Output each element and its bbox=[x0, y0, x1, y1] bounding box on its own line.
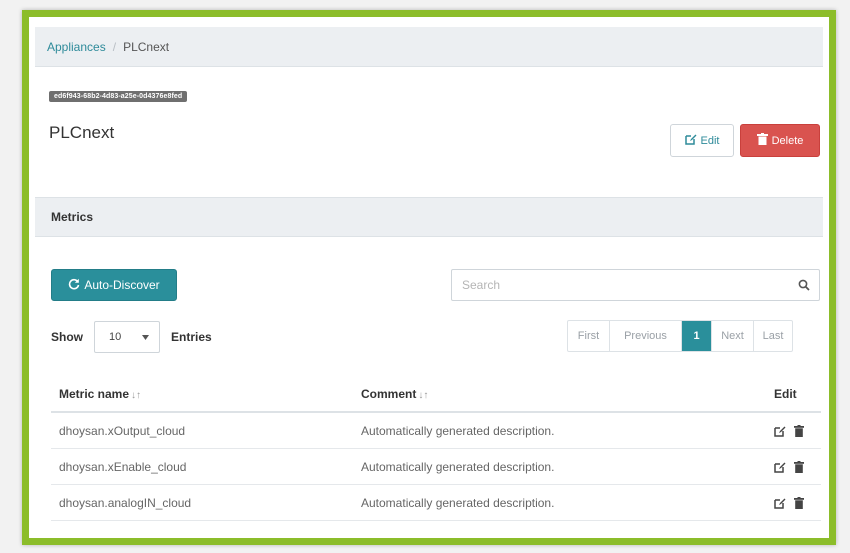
table-row: dhoysan.xOutput_cloud Automatically gene… bbox=[51, 412, 821, 449]
search-box bbox=[451, 269, 820, 301]
search-input[interactable] bbox=[452, 271, 789, 299]
edit-icon bbox=[684, 133, 697, 148]
pagination-first[interactable]: First bbox=[568, 321, 610, 351]
entries-label: Entries bbox=[171, 330, 212, 344]
row-actions-cell bbox=[766, 484, 821, 521]
page-length-select[interactable]: 10 bbox=[94, 321, 160, 353]
comment-cell: Automatically generated description. bbox=[353, 448, 766, 485]
table-row: dhoysan.analogIN_cloud Automatically gen… bbox=[51, 484, 821, 521]
metric-name-cell: dhoysan.xOutput_cloud bbox=[51, 412, 353, 449]
table-row: dhoysan.xEnable_cloud Automatically gene… bbox=[51, 448, 821, 485]
edit-button[interactable]: Edit bbox=[670, 124, 734, 157]
column-header-comment[interactable]: Comment ↓↑ bbox=[353, 377, 766, 413]
refresh-icon bbox=[68, 278, 80, 293]
sort-icon: ↓↑ bbox=[131, 390, 142, 401]
page-length-control: Show 10 Entries bbox=[51, 320, 212, 354]
show-label: Show bbox=[51, 330, 83, 344]
metric-name-cell: dhoysan.analogIN_cloud bbox=[51, 484, 353, 521]
pagination: First Previous 1 Next Last bbox=[567, 320, 793, 352]
appliance-id-badge: ed6f943-68b2-4d83-a25e-0d4376e8fed bbox=[49, 91, 188, 102]
pagination-last[interactable]: Last bbox=[754, 321, 792, 351]
pagination-previous[interactable]: Previous bbox=[610, 321, 682, 351]
comment-cell: Automatically generated description. bbox=[353, 484, 766, 521]
trash-icon[interactable] bbox=[794, 497, 805, 510]
edit-icon[interactable] bbox=[774, 425, 786, 438]
trash-icon[interactable] bbox=[794, 425, 805, 438]
delete-button[interactable]: Delete bbox=[740, 124, 820, 157]
breadcrumb-appliances-link[interactable]: Appliances bbox=[47, 40, 106, 54]
pagination-current-page[interactable]: 1 bbox=[682, 321, 712, 351]
trash-icon bbox=[756, 133, 768, 148]
edit-icon[interactable] bbox=[774, 461, 786, 474]
auto-discover-button[interactable]: Auto-Discover bbox=[51, 269, 177, 301]
metric-name-cell: dhoysan.xEnable_cloud bbox=[51, 448, 353, 485]
column-header-comment-label: Comment bbox=[361, 387, 417, 401]
comment-cell: Automatically generated description. bbox=[353, 412, 766, 449]
metrics-table: Metric name ↓↑ Comment ↓↑ Edit dhoysan.xOu… bbox=[51, 377, 821, 521]
search-icon[interactable] bbox=[789, 279, 819, 291]
app-frame: Appliances / PLCnext ed6f943-68b2-4d83-a… bbox=[22, 10, 836, 545]
delete-button-label: Delete bbox=[771, 134, 804, 147]
column-header-edit: Edit bbox=[766, 377, 821, 413]
caret-down-icon bbox=[142, 331, 149, 343]
page-title: PLCnext bbox=[49, 123, 115, 142]
table-header-row: Metric name ↓↑ Comment ↓↑ Edit bbox=[51, 377, 821, 413]
edit-icon[interactable] bbox=[774, 497, 786, 510]
row-actions-cell bbox=[766, 412, 821, 449]
breadcrumb-current: PLCnext bbox=[123, 39, 170, 54]
column-header-metric-name[interactable]: Metric name ↓↑ bbox=[51, 377, 353, 413]
sort-icon: ↓↑ bbox=[418, 390, 429, 401]
breadcrumb-separator: / bbox=[112, 39, 117, 54]
auto-discover-label: Auto-Discover bbox=[84, 278, 160, 292]
pagination-next[interactable]: Next bbox=[712, 321, 754, 351]
breadcrumb: Appliances / PLCnext bbox=[35, 27, 823, 67]
edit-button-label: Edit bbox=[700, 134, 720, 147]
page-length-value: 10 bbox=[109, 331, 122, 343]
trash-icon[interactable] bbox=[794, 461, 805, 474]
row-actions-cell bbox=[766, 448, 821, 485]
metrics-section-header: Metrics bbox=[35, 197, 823, 237]
column-header-metric-name-label: Metric name bbox=[59, 387, 130, 401]
